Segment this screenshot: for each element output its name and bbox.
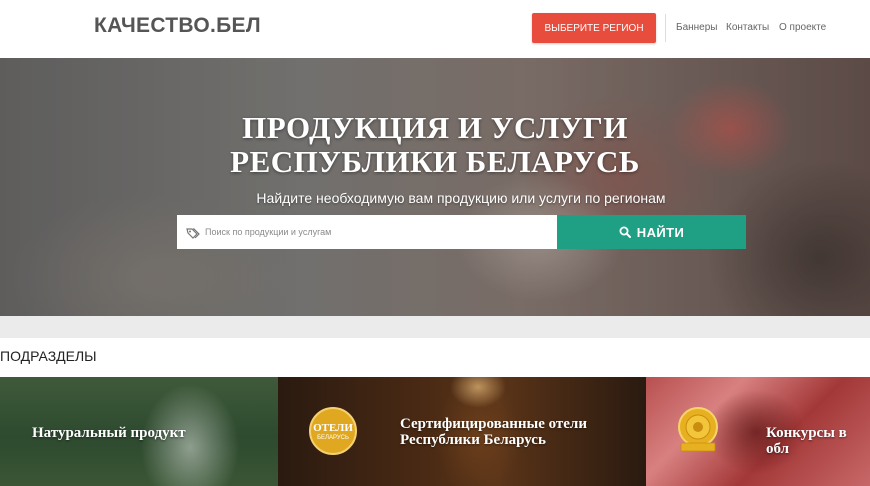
category-card-hotels[interactable]: ОТЕЛИ БЕЛАРУСЬ Сертифицированные отели Р…	[278, 377, 646, 486]
hero-overlay	[0, 58, 870, 316]
nav-link-contacts[interactable]: Контакты	[726, 22, 769, 33]
find-button[interactable]: НАЙТИ	[557, 215, 746, 249]
card-label-line2: Республики Беларусь	[400, 432, 546, 448]
category-card-contests[interactable]: Конкурсы в обл	[646, 377, 870, 486]
search-input[interactable]	[205, 215, 550, 249]
find-button-label: НАЙТИ	[636, 224, 685, 240]
card-label: Натуральный продукт	[32, 425, 186, 441]
badge-subtext: БЕЛАРУСЬ	[317, 434, 349, 441]
nav-link-about[interactable]: О проекте	[779, 22, 826, 33]
select-region-button[interactable]: ВЫБЕРИТЕ РЕГИОН	[532, 13, 656, 43]
site-header: КАЧЕСТВО.БЕЛ ВЫБЕРИТЕ РЕГИОН Баннеры Кон…	[0, 0, 870, 58]
section-title: ПОДРАЗДЕЛЫ	[0, 348, 97, 364]
divider-band	[0, 316, 870, 338]
nav-divider	[665, 14, 666, 42]
nav-link-banners[interactable]: Баннеры	[676, 22, 717, 33]
card-label-line1: Сертифицированные отели	[400, 416, 587, 432]
search-icon	[619, 226, 631, 238]
hotels-badge-icon: ОТЕЛИ БЕЛАРУСЬ	[309, 407, 357, 455]
hero-title-line1: ПРОДУКЦИЯ И УСЛУГИ	[242, 110, 628, 145]
hero-banner: ПРОДУКЦИЯ И УСЛУГИ РЕСПУБЛИКИ БЕЛАРУСЬ Н…	[0, 58, 870, 316]
quality-seal-icon	[678, 407, 718, 452]
hero-subtitle: Найдите необходимую вам продукцию или ус…	[256, 190, 666, 206]
category-card-natural-product[interactable]: Натуральный продукт	[0, 377, 278, 486]
search-box	[177, 215, 557, 249]
tags-icon	[185, 225, 201, 241]
card-label: Конкурсы в обл	[766, 425, 847, 457]
badge-text: ОТЕЛИ	[313, 421, 353, 434]
hero-title-line2: РЕСПУБЛИКИ БЕЛАРУСЬ	[230, 144, 640, 179]
site-logo[interactable]: КАЧЕСТВО.БЕЛ	[94, 14, 261, 38]
